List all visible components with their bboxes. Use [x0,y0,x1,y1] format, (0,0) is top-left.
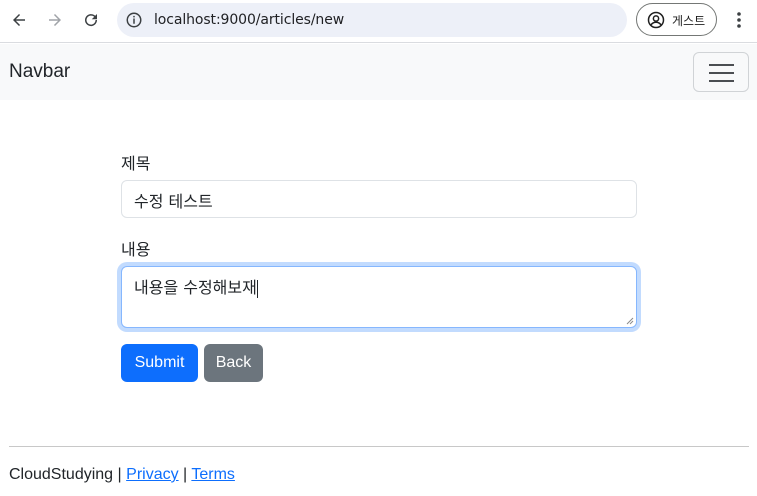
title-input[interactable]: 수정 테스트 [121,180,637,218]
footer-separator: | [183,466,188,483]
content-text: 내용을 수정해보재 [134,278,257,297]
forward-arrow-icon[interactable] [42,7,68,33]
profile-button[interactable]: 게스트 [636,3,717,36]
address-bar[interactable]: localhost:9000/articles/new [117,3,627,37]
browser-toolbar: localhost:9000/articles/new 게스트 [0,0,757,43]
content-label: 내용 [121,240,151,259]
text-cursor [256,279,258,298]
navbar-toggler-button[interactable] [693,52,749,92]
privacy-link[interactable]: Privacy [126,466,178,483]
url-text: localhost:9000/articles/new [154,12,345,28]
terms-link[interactable]: Terms [191,466,235,483]
title-label: 제목 [121,154,151,173]
footer-brand: CloudStudying [9,466,114,483]
footer: CloudStudying | Privacy | Terms [9,466,235,484]
content-textarea[interactable]: 내용을 수정해보재 [121,266,637,328]
submit-button[interactable]: Submit [121,344,198,382]
site-info-icon[interactable] [125,11,143,29]
footer-divider [9,446,749,447]
navbar-brand[interactable]: Navbar [9,61,70,83]
reload-icon[interactable] [78,7,104,33]
resize-handle-icon[interactable] [626,317,634,325]
hamburger-icon [709,64,734,66]
navbar: Navbar [0,44,757,100]
more-vert-icon[interactable] [729,8,749,32]
footer-separator: | [117,466,122,483]
back-button[interactable]: Back [204,344,263,382]
profile-label: 게스트 [672,14,706,28]
account-circle-icon [647,11,665,29]
back-arrow-icon[interactable] [6,7,32,33]
